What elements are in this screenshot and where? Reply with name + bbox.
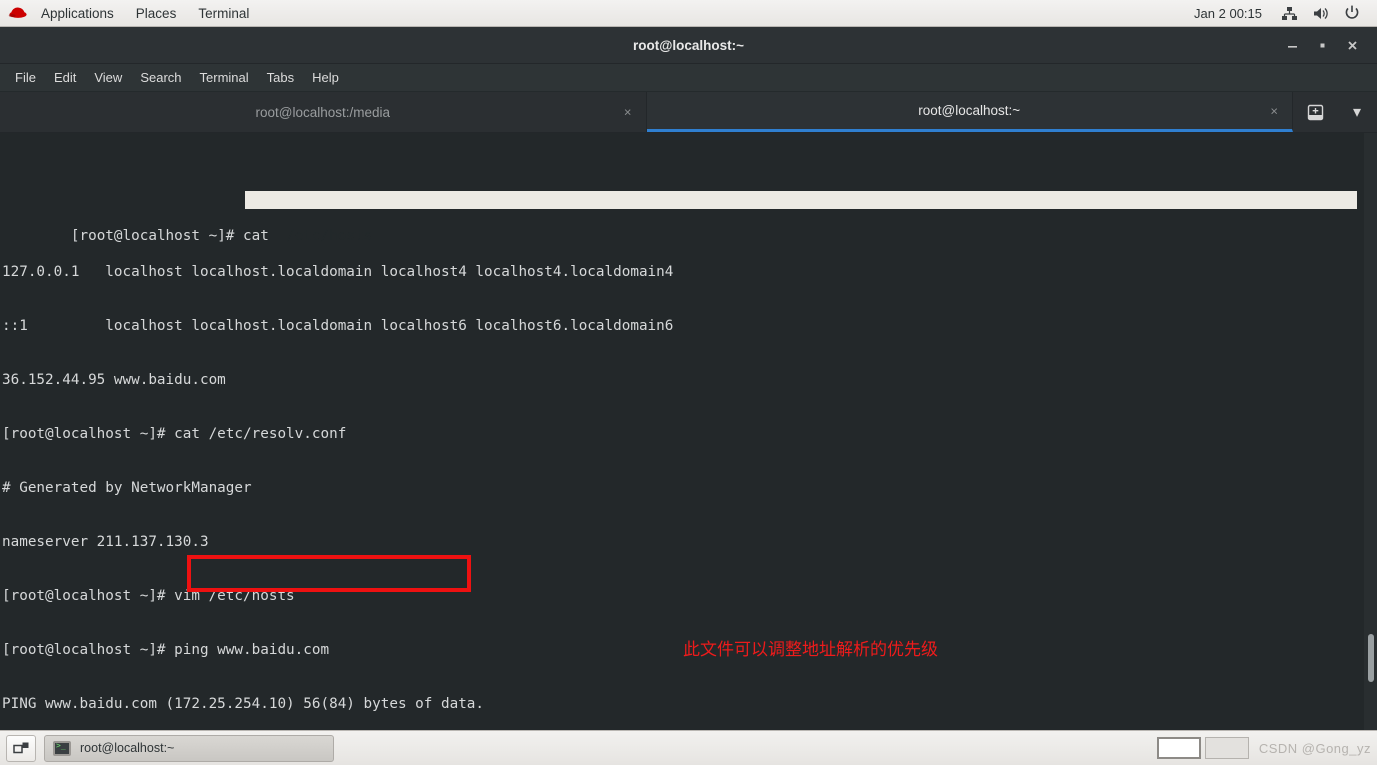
volume-icon[interactable] [1305, 0, 1337, 27]
menu-help[interactable]: Help [303, 67, 348, 88]
menu-search[interactable]: Search [131, 67, 190, 88]
terminal-line: ::1 localhost localhost.localdomain loca… [2, 318, 674, 334]
menu-edit[interactable]: Edit [45, 67, 85, 88]
terminal-window: root@localhost:~ File Edit View Search T… [0, 27, 1377, 730]
workspace-1[interactable] [1156, 737, 1201, 759]
taskbar-item-label: root@localhost:~ [80, 741, 175, 755]
tab-bar: root@localhost:/media × root@localhost:~… [0, 92, 1377, 133]
new-tab-icon[interactable] [1293, 92, 1337, 132]
terminal-screen[interactable]: [root@localhost ~]# cat /etc/hosts 127.0… [0, 133, 1377, 730]
menu-view[interactable]: View [85, 67, 131, 88]
taskbar-item-terminal[interactable]: root@localhost:~ [44, 734, 334, 762]
menu-terminal[interactable]: Terminal [191, 67, 258, 88]
selection-highlight [245, 191, 1357, 209]
window-controls [1277, 27, 1377, 64]
chevron-down-icon[interactable]: ▾ [1337, 92, 1377, 132]
panel-status-area: Jan 2 00:15 [1182, 0, 1377, 27]
annotation-note: 此文件可以调整地址解析的优先级 [683, 640, 938, 660]
network-icon[interactable] [1274, 0, 1305, 27]
panel-menu-places[interactable]: Places [125, 0, 188, 27]
terminal-prompt: [root@localhost ~]# [70, 228, 244, 244]
bottom-taskbar: root@localhost:~ CSDN @Gong_yz [0, 730, 1377, 765]
terminal-scrollbar[interactable] [1364, 133, 1377, 730]
terminal-line: [root@localhost ~]# vim /etc/hosts [2, 588, 295, 604]
terminal-line: [root@localhost ~]# cat /etc/resolv.conf [2, 426, 347, 442]
terminal-line: [root@localhost ~]# cat /etc/hosts [2, 191, 1377, 244]
panel-clock[interactable]: Jan 2 00:15 [1182, 0, 1274, 27]
terminal-line: nameserver 211.137.130.3 [2, 534, 209, 550]
tab-label: root@localhost:/media [255, 104, 391, 120]
tab-media[interactable]: root@localhost:/media × [0, 92, 647, 132]
panel-menu-terminal[interactable]: Terminal [187, 0, 260, 27]
watermark: CSDN @Gong_yz [1258, 740, 1371, 756]
window-title: root@localhost:~ [632, 37, 745, 53]
show-desktop-icon[interactable] [6, 734, 36, 762]
close-button[interactable] [1337, 30, 1367, 60]
menubar: File Edit View Search Terminal Tabs Help [0, 64, 1377, 92]
power-icon[interactable] [1337, 0, 1367, 27]
terminal-line: 36.152.44.95 www.baidu.com [2, 372, 226, 388]
panel-menu-applications[interactable]: Applications [30, 0, 125, 27]
terminal-line: # Generated by NetworkManager [2, 480, 252, 496]
terminal-line: PING www.baidu.com (172.25.254.10) 56(84… [2, 696, 485, 712]
menu-tabs[interactable]: Tabs [258, 67, 303, 88]
top-panel: Applications Places Terminal Jan 2 00:15 [0, 0, 1377, 27]
terminal-command: cat [243, 228, 287, 244]
workspace-switcher: CSDN @Gong_yz [1156, 737, 1371, 759]
minimize-button[interactable] [1277, 30, 1307, 60]
terminal-line: 127.0.0.1 localhost localhost.localdomai… [2, 264, 674, 280]
terminal-highlighted-text: /etc/hosts [286, 228, 373, 244]
window-titlebar[interactable]: root@localhost:~ [0, 27, 1377, 64]
tab-label: root@localhost:~ [918, 103, 1021, 118]
tab-close-icon[interactable]: × [1270, 103, 1278, 118]
tab-close-icon[interactable]: × [624, 105, 632, 120]
menu-file[interactable]: File [6, 67, 45, 88]
tab-home[interactable]: root@localhost:~ × [646, 92, 1293, 132]
redhat-logo-icon[interactable] [8, 5, 28, 21]
scrollbar-thumb[interactable] [1368, 634, 1374, 683]
maximize-button[interactable] [1307, 30, 1337, 60]
workspace-2[interactable] [1204, 737, 1249, 759]
terminal-icon [53, 740, 71, 756]
